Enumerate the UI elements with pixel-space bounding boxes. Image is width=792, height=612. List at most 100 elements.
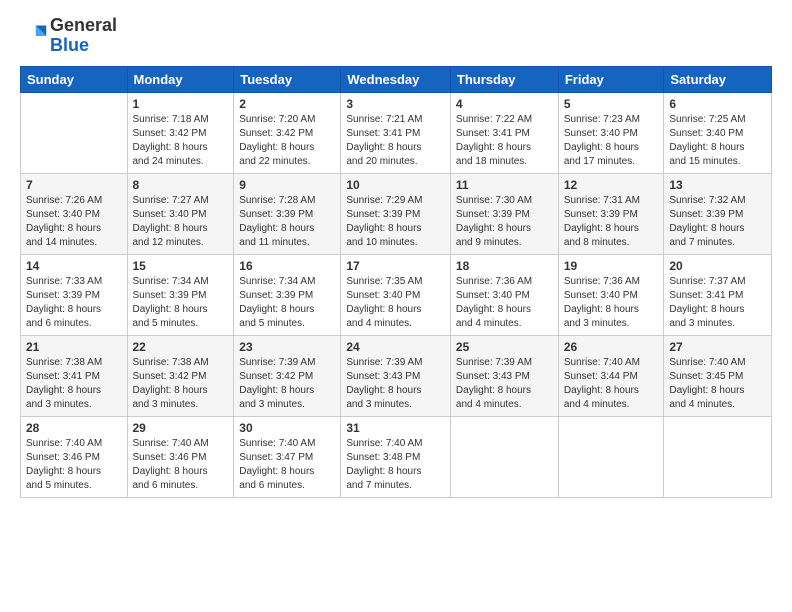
- day-number: 11: [456, 178, 553, 192]
- day-cell: 18 Sunrise: 7:36 AM Sunset: 3:40 PM Dayli…: [450, 254, 558, 335]
- day-info: Sunrise: 7:31 AM Sunset: 3:39 PM Dayligh…: [564, 194, 659, 250]
- day-cell: 25 Sunrise: 7:39 AM Sunset: 3:43 PM Dayli…: [450, 335, 558, 416]
- day-number: 4: [456, 97, 553, 111]
- calendar: SundayMondayTuesdayWednesdayThursdayFrid…: [20, 66, 772, 498]
- weekday-monday: Monday: [127, 66, 234, 92]
- day-cell: 12 Sunrise: 7:31 AM Sunset: 3:39 PM Dayli…: [558, 173, 664, 254]
- day-info: Sunrise: 7:34 AM Sunset: 3:39 PM Dayligh…: [133, 275, 229, 331]
- day-info: Sunrise: 7:40 AM Sunset: 3:48 PM Dayligh…: [346, 437, 445, 493]
- day-cell: 6 Sunrise: 7:25 AM Sunset: 3:40 PM Daylig…: [664, 92, 772, 173]
- day-number: 1: [133, 97, 229, 111]
- day-number: 13: [669, 178, 766, 192]
- day-info: Sunrise: 7:40 AM Sunset: 3:46 PM Dayligh…: [26, 437, 122, 493]
- day-cell: 14Sunrise: 7:33 AM Sunset: 3:39 PM Dayli…: [21, 254, 128, 335]
- day-info: Sunrise: 7:40 AM Sunset: 3:46 PM Dayligh…: [133, 437, 229, 493]
- day-cell: 29 Sunrise: 7:40 AM Sunset: 3:46 PM Dayli…: [127, 416, 234, 497]
- day-number: 16: [239, 259, 335, 273]
- day-cell: 23Sunrise: 7:39 AM Sunset: 3:42 PM Dayli…: [234, 335, 341, 416]
- day-cell: 3 Sunrise: 7:21 AM Sunset: 3:41 PM Daylig…: [341, 92, 451, 173]
- day-number: 14: [26, 259, 122, 273]
- day-number: 18: [456, 259, 553, 273]
- day-cell: 5 Sunrise: 7:23 AM Sunset: 3:40 PM Daylig…: [558, 92, 664, 173]
- day-cell: 11 Sunrise: 7:30 AM Sunset: 3:39 PM Dayli…: [450, 173, 558, 254]
- day-number: 9: [239, 178, 335, 192]
- day-info: Sunrise: 7:36 AM Sunset: 3:40 PM Dayligh…: [456, 275, 553, 331]
- day-info: Sunrise: 7:38 AM Sunset: 3:42 PM Dayligh…: [133, 356, 229, 412]
- logo-icon: [20, 22, 48, 50]
- day-number: 20: [669, 259, 766, 273]
- day-number: 29: [133, 421, 229, 435]
- day-number: 3: [346, 97, 445, 111]
- day-cell: 8 Sunrise: 7:27 AM Sunset: 3:40 PM Daylig…: [127, 173, 234, 254]
- day-info: Sunrise: 7:20 AM Sunset: 3:42 PM Dayligh…: [239, 113, 335, 169]
- day-cell: 20 Sunrise: 7:37 AM Sunset: 3:41 PM Dayli…: [664, 254, 772, 335]
- day-info: Sunrise: 7:22 AM Sunset: 3:41 PM Dayligh…: [456, 113, 553, 169]
- day-number: 19: [564, 259, 659, 273]
- day-cell: 1Sunrise: 7:18 AM Sunset: 3:42 PM Daylig…: [127, 92, 234, 173]
- day-number: 5: [564, 97, 659, 111]
- day-info: Sunrise: 7:29 AM Sunset: 3:39 PM Dayligh…: [346, 194, 445, 250]
- day-number: 22: [133, 340, 229, 354]
- weekday-tuesday: Tuesday: [234, 66, 341, 92]
- day-info: Sunrise: 7:39 AM Sunset: 3:43 PM Dayligh…: [456, 356, 553, 412]
- day-cell: 21 Sunrise: 7:38 AM Sunset: 3:41 PM Dayli…: [21, 335, 128, 416]
- day-number: 25: [456, 340, 553, 354]
- day-cell: 9 Sunrise: 7:28 AM Sunset: 3:39 PM Daylig…: [234, 173, 341, 254]
- day-info: Sunrise: 7:30 AM Sunset: 3:39 PM Dayligh…: [456, 194, 553, 250]
- day-number: 24: [346, 340, 445, 354]
- day-number: 12: [564, 178, 659, 192]
- weekday-friday: Friday: [558, 66, 664, 92]
- day-number: 2: [239, 97, 335, 111]
- day-info: Sunrise: 7:40 AM Sunset: 3:45 PM Dayligh…: [669, 356, 766, 412]
- weekday-header-row: SundayMondayTuesdayWednesdayThursdayFrid…: [21, 66, 772, 92]
- weekday-saturday: Saturday: [664, 66, 772, 92]
- day-number: 31: [346, 421, 445, 435]
- day-cell: 19 Sunrise: 7:36 AM Sunset: 3:40 PM Dayli…: [558, 254, 664, 335]
- day-cell: 7 Sunrise: 7:26 AM Sunset: 3:40 PM Daylig…: [21, 173, 128, 254]
- day-cell: 31 Sunrise: 7:40 AM Sunset: 3:48 PM Dayli…: [341, 416, 451, 497]
- day-info: Sunrise: 7:40 AM Sunset: 3:47 PM Dayligh…: [239, 437, 335, 493]
- day-cell: 24Sunrise: 7:39 AM Sunset: 3:43 PM Dayli…: [341, 335, 451, 416]
- day-number: 21: [26, 340, 122, 354]
- day-info: Sunrise: 7:27 AM Sunset: 3:40 PM Dayligh…: [133, 194, 229, 250]
- day-info: Sunrise: 7:23 AM Sunset: 3:40 PM Dayligh…: [564, 113, 659, 169]
- day-cell: 15 Sunrise: 7:34 AM Sunset: 3:39 PM Dayli…: [127, 254, 234, 335]
- day-info: Sunrise: 7:35 AM Sunset: 3:40 PM Dayligh…: [346, 275, 445, 331]
- weekday-thursday: Thursday: [450, 66, 558, 92]
- page: General Blue SundayMondayTuesdayWednesda…: [0, 0, 792, 612]
- day-cell: 17Sunrise: 7:35 AM Sunset: 3:40 PM Dayli…: [341, 254, 451, 335]
- day-number: 28: [26, 421, 122, 435]
- day-cell: 30Sunrise: 7:40 AM Sunset: 3:47 PM Dayli…: [234, 416, 341, 497]
- day-number: 6: [669, 97, 766, 111]
- day-info: Sunrise: 7:36 AM Sunset: 3:40 PM Dayligh…: [564, 275, 659, 331]
- day-info: Sunrise: 7:37 AM Sunset: 3:41 PM Dayligh…: [669, 275, 766, 331]
- day-cell: 22 Sunrise: 7:38 AM Sunset: 3:42 PM Dayli…: [127, 335, 234, 416]
- day-cell: 10 Sunrise: 7:29 AM Sunset: 3:39 PM Dayli…: [341, 173, 451, 254]
- day-cell: 28 Sunrise: 7:40 AM Sunset: 3:46 PM Dayli…: [21, 416, 128, 497]
- day-cell: 4 Sunrise: 7:22 AM Sunset: 3:41 PM Daylig…: [450, 92, 558, 173]
- day-number: 8: [133, 178, 229, 192]
- day-info: Sunrise: 7:39 AM Sunset: 3:42 PM Dayligh…: [239, 356, 335, 412]
- week-row-2: 7 Sunrise: 7:26 AM Sunset: 3:40 PM Daylig…: [21, 173, 772, 254]
- day-info: Sunrise: 7:28 AM Sunset: 3:39 PM Dayligh…: [239, 194, 335, 250]
- day-cell: [450, 416, 558, 497]
- day-number: 15: [133, 259, 229, 273]
- weekday-sunday: Sunday: [21, 66, 128, 92]
- day-info: Sunrise: 7:21 AM Sunset: 3:41 PM Dayligh…: [346, 113, 445, 169]
- day-info: Sunrise: 7:25 AM Sunset: 3:40 PM Dayligh…: [669, 113, 766, 169]
- week-row-3: 14Sunrise: 7:33 AM Sunset: 3:39 PM Dayli…: [21, 254, 772, 335]
- day-cell: 26Sunrise: 7:40 AM Sunset: 3:44 PM Dayli…: [558, 335, 664, 416]
- week-row-4: 21 Sunrise: 7:38 AM Sunset: 3:41 PM Dayli…: [21, 335, 772, 416]
- day-number: 10: [346, 178, 445, 192]
- day-cell: 16Sunrise: 7:34 AM Sunset: 3:39 PM Dayli…: [234, 254, 341, 335]
- day-cell: [558, 416, 664, 497]
- day-info: Sunrise: 7:32 AM Sunset: 3:39 PM Dayligh…: [669, 194, 766, 250]
- day-info: Sunrise: 7:26 AM Sunset: 3:40 PM Dayligh…: [26, 194, 122, 250]
- day-number: 7: [26, 178, 122, 192]
- day-cell: [664, 416, 772, 497]
- day-cell: 13 Sunrise: 7:32 AM Sunset: 3:39 PM Dayli…: [664, 173, 772, 254]
- week-row-5: 28 Sunrise: 7:40 AM Sunset: 3:46 PM Dayli…: [21, 416, 772, 497]
- day-number: 27: [669, 340, 766, 354]
- header: General Blue: [20, 16, 772, 56]
- day-info: Sunrise: 7:38 AM Sunset: 3:41 PM Dayligh…: [26, 356, 122, 412]
